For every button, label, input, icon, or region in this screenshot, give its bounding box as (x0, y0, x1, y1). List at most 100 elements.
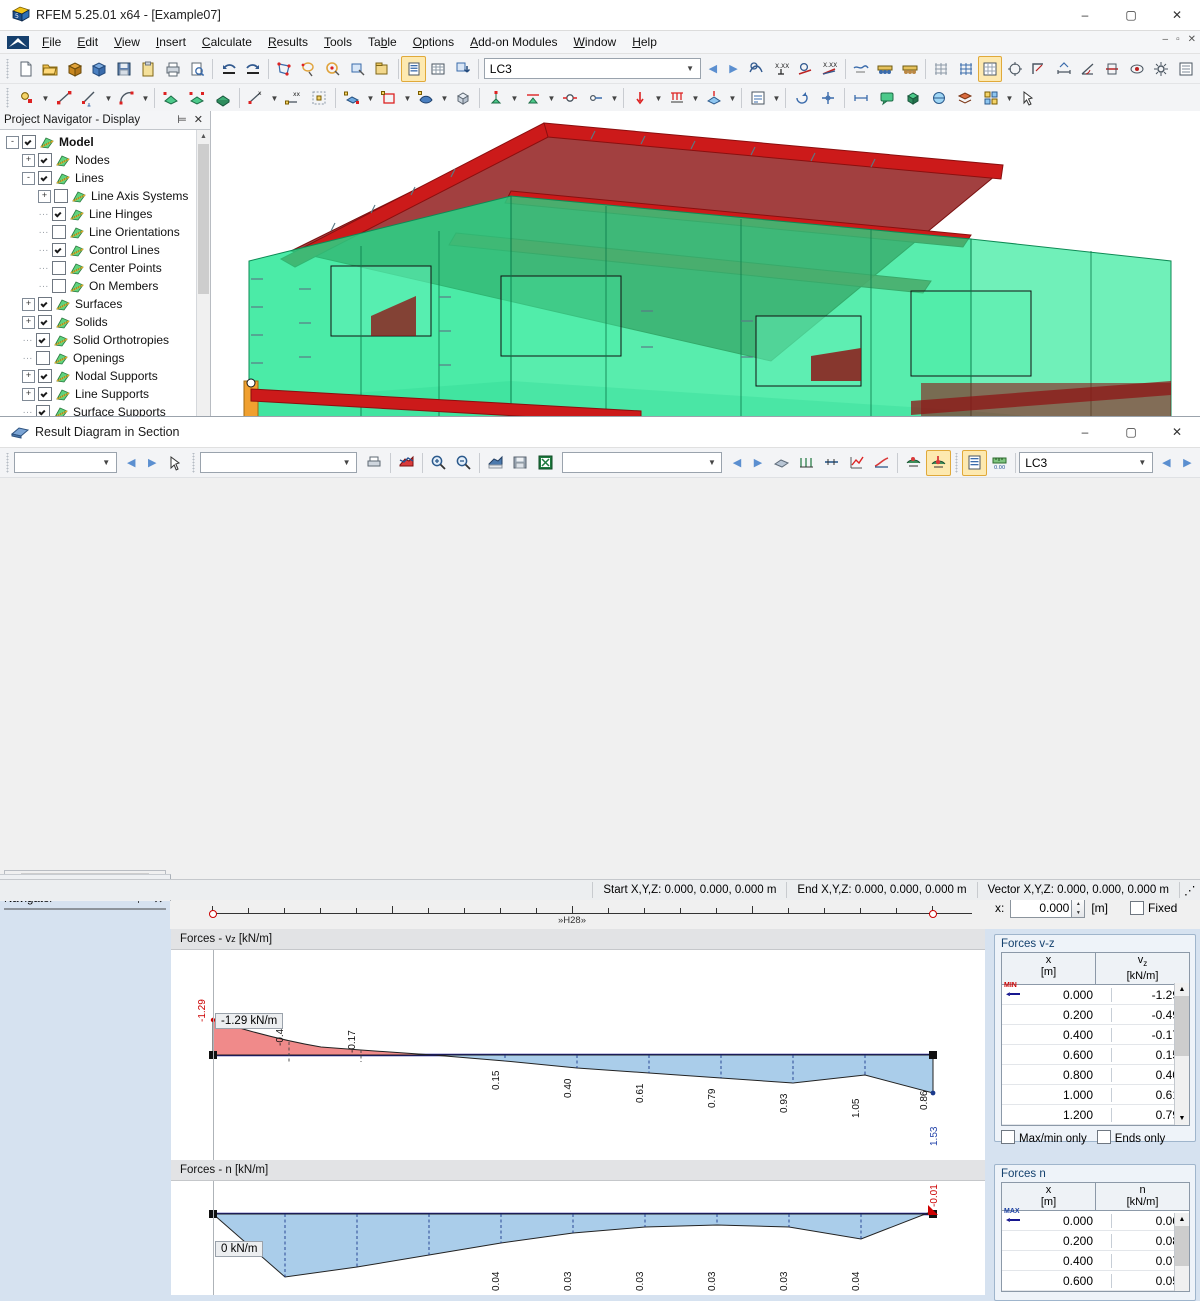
pan-view-icon[interactable] (815, 85, 841, 111)
close-icon[interactable]: ✕ (194, 113, 203, 126)
toolbar-grip[interactable] (5, 88, 11, 108)
layers-icon[interactable] (952, 85, 978, 111)
menu-edit[interactable]: Edit (69, 33, 106, 51)
menu-help[interactable]: Help (624, 33, 665, 51)
scroll-down-icon[interactable]: ▼ (1175, 1112, 1189, 1125)
menu-addon-modules[interactable]: Add-on Modules (462, 33, 565, 51)
new-surface-icon[interactable] (158, 85, 184, 111)
grid-display-icon[interactable] (977, 55, 1003, 82)
fixed-checkbox-group[interactable]: Fixed (1130, 901, 1177, 915)
object-snap-icon[interactable] (1002, 56, 1026, 82)
chevron-down-icon[interactable]: ▼ (1004, 86, 1015, 110)
load-line-icon[interactable] (664, 85, 690, 111)
support-reactions2-icon[interactable] (898, 56, 922, 82)
maxmin-only-checkbox[interactable] (1001, 1129, 1015, 1144)
show-deformation-icon[interactable] (744, 56, 768, 82)
pick-section-icon[interactable] (163, 450, 188, 476)
tree-item-line-axis-systems[interactable]: + Line Axis Systems (0, 187, 210, 205)
menu-tools[interactable]: Tools (316, 33, 360, 51)
tree-expander[interactable]: + (22, 387, 35, 401)
smooth-result-icon[interactable] (794, 450, 819, 476)
scrollbar-thumb[interactable] (198, 144, 209, 294)
chevron-down-icon[interactable]: ▼ (609, 86, 620, 110)
member-hinge-icon[interactable] (583, 85, 609, 111)
tree-checkbox[interactable] (52, 225, 66, 239)
child-load-case-combo[interactable]: LC3 ▼ (1019, 452, 1153, 473)
undo-icon[interactable] (216, 56, 240, 82)
table-row[interactable]: 0.600 0.05 (1002, 1271, 1189, 1291)
tree-item-nodal-supports[interactable]: + Nodal Supports (0, 367, 210, 385)
save-disk-icon[interactable] (111, 56, 135, 82)
surface-result-icon[interactable] (769, 450, 794, 476)
child-close-button[interactable]: ✕ (1154, 417, 1200, 447)
open-package-icon[interactable] (63, 56, 87, 82)
table-row[interactable]: MIN 0.000 -1.29 (1002, 982, 1189, 1006)
cut-plane-icon[interactable] (1100, 56, 1124, 82)
chevron-down-icon[interactable]: ▼ (727, 86, 738, 110)
select-polygon-icon[interactable] (272, 56, 296, 82)
print-preview-icon[interactable] (185, 56, 209, 82)
support-icon[interactable] (483, 85, 509, 111)
tree-checkbox[interactable] (52, 261, 66, 275)
ends-only-checkbox-group[interactable]: Ends only (1096, 1129, 1165, 1145)
member-x-icon[interactable]: x (243, 85, 269, 111)
next-result-button[interactable]: ▶ (747, 452, 768, 474)
table-n-grid[interactable]: x [m] n [kN/m] MAX 0.000 0.00 0.200 0.08 0.40… (1001, 1182, 1190, 1292)
section-combo[interactable]: ▼ (13, 452, 117, 473)
chevron-down-icon[interactable]: ▼ (402, 86, 413, 110)
tree-item-solid-orthotropies[interactable]: ··· Solid Orthotropies (0, 331, 210, 349)
rotate-view-icon[interactable] (789, 85, 815, 111)
x-input[interactable]: 0.000 (1010, 898, 1073, 918)
chevron-down-icon[interactable]: ▼ (682, 60, 698, 77)
tree-checkbox[interactable] (38, 369, 52, 383)
opening-icon[interactable] (413, 85, 439, 111)
open-window-icon[interactable] (370, 56, 394, 82)
table-row[interactable]: 0.400 0.07 (1002, 1251, 1189, 1271)
scroll-up-icon[interactable]: ▲ (1175, 1213, 1189, 1226)
zoom-out-icon[interactable] (451, 450, 476, 476)
child-minimize-button[interactable]: – (1062, 417, 1108, 447)
wind-simulation-icon[interactable] (849, 56, 873, 82)
visibility-icon[interactable] (1125, 56, 1149, 82)
select-rect-icon[interactable] (346, 56, 370, 82)
minimize-button[interactable]: – (1062, 0, 1108, 30)
spin-up-icon[interactable]: ▲ (1072, 899, 1084, 908)
grid-snap-icon[interactable] (929, 56, 953, 82)
diagram-curve-icon[interactable] (869, 450, 894, 476)
prev-section-button[interactable]: ◀ (121, 452, 142, 474)
export-excel-icon[interactable] (533, 450, 558, 476)
tree-item-solids[interactable]: + Solids (0, 313, 210, 331)
table-row[interactable]: MAX 0.000 0.00 (1002, 1208, 1189, 1231)
menu-view[interactable]: View (106, 33, 148, 51)
chevron-down-icon[interactable]: ▼ (771, 86, 782, 110)
child-maximize-button[interactable]: ▢ (1108, 417, 1154, 447)
new-line-dim-icon[interactable] (77, 85, 103, 111)
next-load-case-button[interactable]: ▶ (723, 58, 744, 80)
tree-checkbox[interactable] (52, 279, 66, 293)
open-folder-icon[interactable] (38, 56, 62, 82)
tree-checkbox[interactable] (38, 297, 52, 311)
table-row[interactable]: 0.800 0.40 (1002, 1065, 1189, 1086)
table-vz-scrollbar[interactable]: ▲ ▼ (1174, 983, 1189, 1126)
chevron-down-icon[interactable]: ▼ (653, 86, 664, 110)
mdi-minimize-button[interactable]: – (1163, 34, 1169, 45)
chevron-down-icon[interactable]: ▼ (103, 86, 114, 110)
print-icon[interactable] (362, 450, 387, 476)
chevron-down-icon[interactable]: ▼ (1134, 454, 1150, 471)
next-section-button[interactable]: ▶ (142, 452, 163, 474)
diagram1-area[interactable]: -1.29 -0.49 -0.17 0.15 0.40 0.61 0.79 0.… (171, 950, 985, 1160)
clipboard-icon[interactable] (136, 56, 160, 82)
result-values-icon[interactable] (844, 450, 869, 476)
load-nodal-icon[interactable] (627, 85, 653, 111)
toolbar-grip[interactable] (953, 452, 960, 473)
chevron-down-icon[interactable]: ▼ (338, 454, 354, 471)
menu-calculate[interactable]: Calculate (194, 33, 260, 51)
support-reactions-icon[interactable] (901, 450, 926, 476)
tree-expander[interactable]: + (38, 189, 51, 203)
menu-table[interactable]: Table (360, 33, 405, 51)
diagram2-area[interactable]: -0.01 0.04 0.03 0.03 0.03 0.03 0.04 0 kN… (171, 1181, 985, 1295)
tree-item-center-points[interactable]: ··· Center Points (0, 259, 210, 277)
chevron-down-icon[interactable]: ▼ (546, 86, 557, 110)
tree-expander[interactable]: + (22, 297, 35, 311)
load-surface-icon[interactable] (701, 85, 727, 111)
